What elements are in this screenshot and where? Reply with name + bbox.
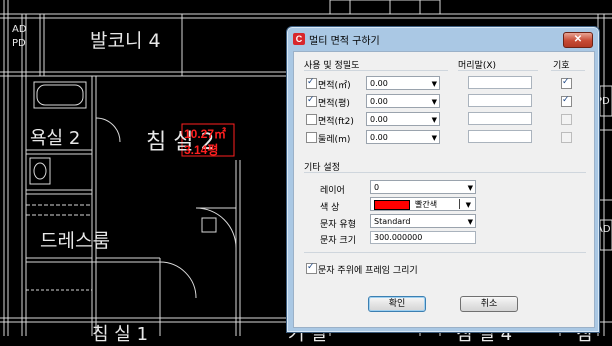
- area-ft2-checkbox[interactable]: [306, 114, 317, 125]
- text-style-label: 문자 유형: [320, 220, 356, 230]
- perimeter-symbol-checkbox[interactable]: [561, 132, 572, 143]
- dialog-client-area: 사용 및 정밀도 머리말(X) 기호 면적(㎡) 0.00▼ 면적(평) 0.0…: [293, 51, 595, 328]
- area-m2-label: 면적(㎡): [318, 81, 351, 91]
- color-dropdown-divider: [459, 199, 460, 209]
- bottom-separator: [304, 252, 586, 253]
- area-pyeong-precision-select[interactable]: 0.00 ▼: [366, 94, 440, 108]
- chevron-down-icon: ▼: [431, 134, 437, 142]
- area-ft2-label: 면적(ft2): [318, 117, 354, 127]
- header-separator-right: [551, 70, 585, 71]
- label-bath2: 욕실 2: [30, 128, 81, 149]
- area-pyeong-suffix-input[interactable]: [468, 94, 532, 107]
- area-pyeong-checkbox[interactable]: [306, 95, 317, 107]
- dialog-title: 멀티 면적 구하기: [309, 36, 380, 47]
- text-style-select[interactable]: Standard ▼: [370, 214, 476, 228]
- chevron-down-icon: ▼: [431, 98, 437, 106]
- frame-checkbox-label: 문자 주위에 프레임 그리기: [318, 266, 418, 276]
- app-icon: C: [293, 33, 305, 45]
- ok-button[interactable]: 확인: [368, 296, 426, 312]
- color-label: 색 상: [320, 203, 340, 213]
- chevron-down-icon: ▼: [467, 184, 473, 192]
- perimeter-suffix-input[interactable]: [468, 130, 532, 143]
- label-ad-top: AD: [12, 24, 27, 35]
- cancel-button[interactable]: 취소: [460, 296, 518, 312]
- chevron-down-icon: ▼: [465, 201, 471, 209]
- area-ft2-symbol-checkbox[interactable]: [561, 114, 572, 125]
- area-m2-checkbox[interactable]: [306, 77, 317, 89]
- color-name: 빨간색: [415, 200, 438, 209]
- area-m2-precision-select[interactable]: 0.00 ▼: [366, 76, 440, 90]
- color-select[interactable]: 빨간색 ▼: [370, 197, 476, 211]
- area-pyeong-symbol-checkbox[interactable]: [561, 95, 572, 107]
- close-icon: ✕: [573, 34, 583, 45]
- layer-label: 레이어: [320, 186, 345, 196]
- perimeter-precision-select[interactable]: 0.00 ▼: [366, 130, 440, 144]
- chevron-down-icon: ▼: [467, 218, 473, 226]
- chevron-down-icon: ▼: [431, 80, 437, 88]
- area-ft2-suffix-input[interactable]: [468, 112, 532, 125]
- text-size-label: 문자 크기: [320, 236, 356, 246]
- chevron-down-icon: ▼: [431, 116, 437, 124]
- area-m2-suffix-input[interactable]: [468, 76, 532, 89]
- layer-select[interactable]: 0 ▼: [370, 180, 476, 194]
- area-m2-value: 10.27㎡: [184, 127, 227, 141]
- label-balcony4: 발코니 4: [90, 30, 161, 52]
- header-separator-mid: [458, 70, 538, 71]
- area-m2-symbol-checkbox[interactable]: [561, 77, 572, 89]
- other-settings-separator: [304, 172, 586, 173]
- frame-checkbox[interactable]: [306, 262, 317, 274]
- label-bottom-bedroom1: 침 실 1: [92, 324, 149, 345]
- multi-area-dialog: C 멀티 면적 구하기 ✕ 사용 및 정밀도 머리말(X) 기호 면적(㎡) 0…: [286, 26, 600, 333]
- close-button[interactable]: ✕: [563, 32, 593, 48]
- dialog-title-bar[interactable]: C 멀티 면적 구하기 ✕: [287, 27, 599, 51]
- perimeter-checkbox[interactable]: [306, 132, 317, 143]
- perimeter-label: 둘레(m): [318, 135, 351, 145]
- label-dress-room: 드레스룸: [40, 230, 110, 252]
- label-pd-top: PD: [12, 38, 26, 49]
- area-pyeong-label: 면적(평): [318, 99, 350, 109]
- area-ft2-precision-select[interactable]: 0.00 ▼: [366, 112, 440, 126]
- text-size-input[interactable]: 300.000000: [370, 231, 476, 244]
- color-swatch: [374, 200, 410, 210]
- header-separator-left: [304, 70, 448, 71]
- area-pyeong-value: 3.14평: [184, 143, 219, 157]
